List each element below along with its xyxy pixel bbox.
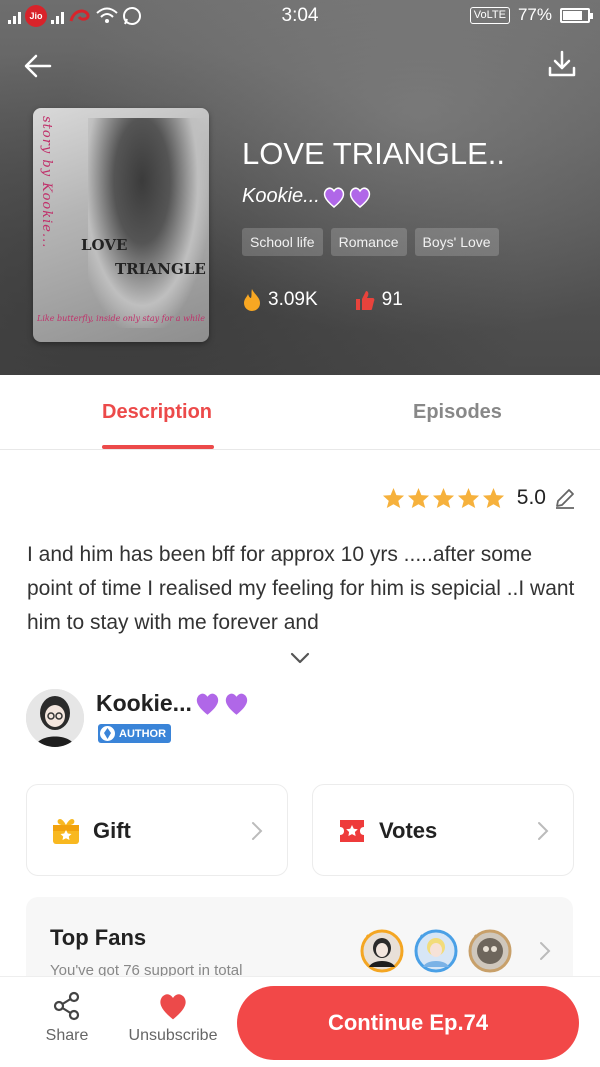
author-name-text: Kookie... bbox=[96, 690, 192, 716]
author-badge: AUTHOR bbox=[98, 724, 172, 743]
star-icon bbox=[457, 487, 479, 509]
book-stats: 3.09K 91 bbox=[242, 288, 403, 312]
badge-pen-icon bbox=[100, 726, 115, 741]
cover-side-text: story by Kookie... bbox=[39, 116, 54, 249]
edit-icon[interactable] bbox=[554, 487, 576, 509]
star-icon bbox=[407, 487, 429, 509]
book-description: I and him has been bff for approx 10 yrs… bbox=[27, 543, 575, 634]
fire-icon bbox=[244, 289, 260, 311]
ticket-icon bbox=[340, 820, 364, 842]
bottom-action-bar: Share Unsubscribe Continue Ep.74 bbox=[0, 976, 600, 1067]
tab-description[interactable]: Description bbox=[102, 401, 212, 424]
cover-tagline: Like butterfly, inside only stay for a w… bbox=[37, 314, 205, 323]
status-right: VoLTE 77% bbox=[469, 5, 593, 25]
chevron-right-icon bbox=[538, 822, 549, 840]
views-count: 3.09K bbox=[268, 289, 318, 310]
fan-avatar-silver[interactable] bbox=[414, 929, 458, 973]
purple-heart-icon bbox=[349, 186, 371, 208]
tab-bar: Description Episodes bbox=[0, 375, 600, 450]
cover-title-line1: LOVE bbox=[81, 236, 128, 254]
book-author-name: Kookie... bbox=[242, 185, 320, 207]
heart-icon bbox=[160, 994, 186, 1020]
purple-heart-icon bbox=[225, 693, 248, 715]
genre-tag[interactable]: School life bbox=[242, 228, 323, 256]
share-icon bbox=[53, 991, 80, 1021]
votes-label: Votes bbox=[379, 818, 438, 843]
chevron-down-icon[interactable] bbox=[288, 650, 312, 666]
genre-tag[interactable]: Romance bbox=[330, 228, 407, 256]
star-icon bbox=[382, 487, 404, 509]
status-bar: Jio 3:04 VoLTE 77% bbox=[0, 0, 600, 32]
genre-tag[interactable]: Boys' Love bbox=[414, 228, 499, 256]
cover-title-line2: TRIANGLE bbox=[115, 260, 206, 278]
share-label: Share bbox=[45, 1027, 89, 1044]
chevron-right-icon bbox=[540, 942, 551, 960]
unsubscribe-label: Unsubscribe bbox=[128, 1027, 218, 1044]
fan-avatar-bronze[interactable] bbox=[468, 929, 512, 973]
author-name[interactable]: Kookie... bbox=[96, 690, 250, 717]
download-icon[interactable] bbox=[546, 48, 578, 80]
volte-badge: VoLTE bbox=[469, 6, 510, 24]
votes-count: 91 bbox=[381, 289, 403, 310]
gift-icon bbox=[53, 819, 79, 844]
unsubscribe-button[interactable]: Unsubscribe bbox=[120, 991, 226, 1045]
continue-reading-button[interactable]: Continue Ep.74 bbox=[237, 986, 579, 1060]
avatar-illustration bbox=[26, 689, 84, 747]
votes-stat: 91 bbox=[354, 288, 403, 312]
battery-percent: 77% bbox=[517, 5, 552, 24]
rating[interactable]: 5.0 bbox=[382, 486, 576, 510]
genre-tags: School life Romance Boys' Love bbox=[242, 228, 499, 256]
gift-card[interactable]: Gift bbox=[26, 784, 288, 876]
fan-avatar-gold[interactable] bbox=[360, 929, 404, 973]
back-arrow-icon[interactable] bbox=[22, 50, 54, 82]
top-fans-title: Top Fans bbox=[50, 925, 147, 950]
battery-icon bbox=[560, 7, 593, 23]
book-title: LOVE TRIANGLE.. bbox=[242, 136, 506, 171]
author-avatar[interactable] bbox=[26, 689, 84, 747]
active-tab-indicator bbox=[102, 445, 214, 449]
star-icon bbox=[432, 487, 454, 509]
rating-value: 5.0 bbox=[516, 486, 546, 509]
gift-label: Gift bbox=[93, 818, 131, 843]
author-badge-label: AUTHOR bbox=[119, 727, 167, 740]
thumb-vote-icon bbox=[355, 291, 375, 310]
book-cover[interactable]: story by Kookie... LOVE TRIANGLE Like bu… bbox=[33, 108, 209, 342]
cover-illustration bbox=[88, 118, 208, 328]
star-icon bbox=[482, 487, 504, 509]
purple-heart-icon bbox=[323, 186, 345, 208]
book-detail-page: Jio 3:04 VoLTE 77% story by Kookie... LO bbox=[0, 0, 600, 1067]
views-stat: 3.09K bbox=[242, 288, 318, 312]
chevron-right-icon bbox=[252, 822, 263, 840]
book-header: Jio 3:04 VoLTE 77% story by Kookie... LO bbox=[0, 0, 600, 375]
purple-heart-icon bbox=[196, 693, 219, 715]
share-button[interactable]: Share bbox=[36, 991, 98, 1045]
tab-episodes[interactable]: Episodes bbox=[413, 401, 502, 424]
votes-card[interactable]: Votes bbox=[312, 784, 574, 876]
book-author[interactable]: Kookie... bbox=[242, 185, 372, 208]
